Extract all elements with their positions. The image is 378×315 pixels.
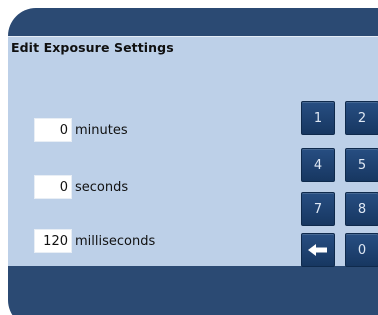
seconds-row: 0 seconds [34, 175, 128, 199]
milliseconds-label: milliseconds [75, 233, 156, 249]
backspace-key[interactable] [301, 233, 335, 267]
milliseconds-field[interactable]: 120 [34, 229, 72, 253]
key-1[interactable]: 1 [301, 101, 335, 135]
minutes-row: 0 minutes [34, 118, 128, 142]
device-frame: Edit Exposure Settings 0 minutes 0 secon… [0, 0, 378, 315]
key-8[interactable]: 8 [345, 192, 378, 226]
minutes-field[interactable]: 0 [34, 118, 72, 142]
key-5[interactable]: 5 [345, 148, 378, 182]
arrow-left-icon [308, 244, 328, 256]
key-4[interactable]: 4 [301, 148, 335, 182]
exposure-settings-panel: Edit Exposure Settings 0 minutes 0 secon… [8, 36, 378, 267]
seconds-field[interactable]: 0 [34, 175, 72, 199]
key-2[interactable]: 2 [345, 101, 378, 135]
minutes-label: minutes [75, 122, 128, 138]
key-7[interactable]: 7 [301, 192, 335, 226]
seconds-label: seconds [75, 179, 129, 195]
key-0[interactable]: 0 [345, 233, 378, 267]
milliseconds-row: 120 milliseconds [34, 229, 155, 253]
dialog-title: Edit Exposure Settings [11, 40, 174, 55]
screen: Edit Exposure Settings 0 minutes 0 secon… [8, 8, 378, 315]
